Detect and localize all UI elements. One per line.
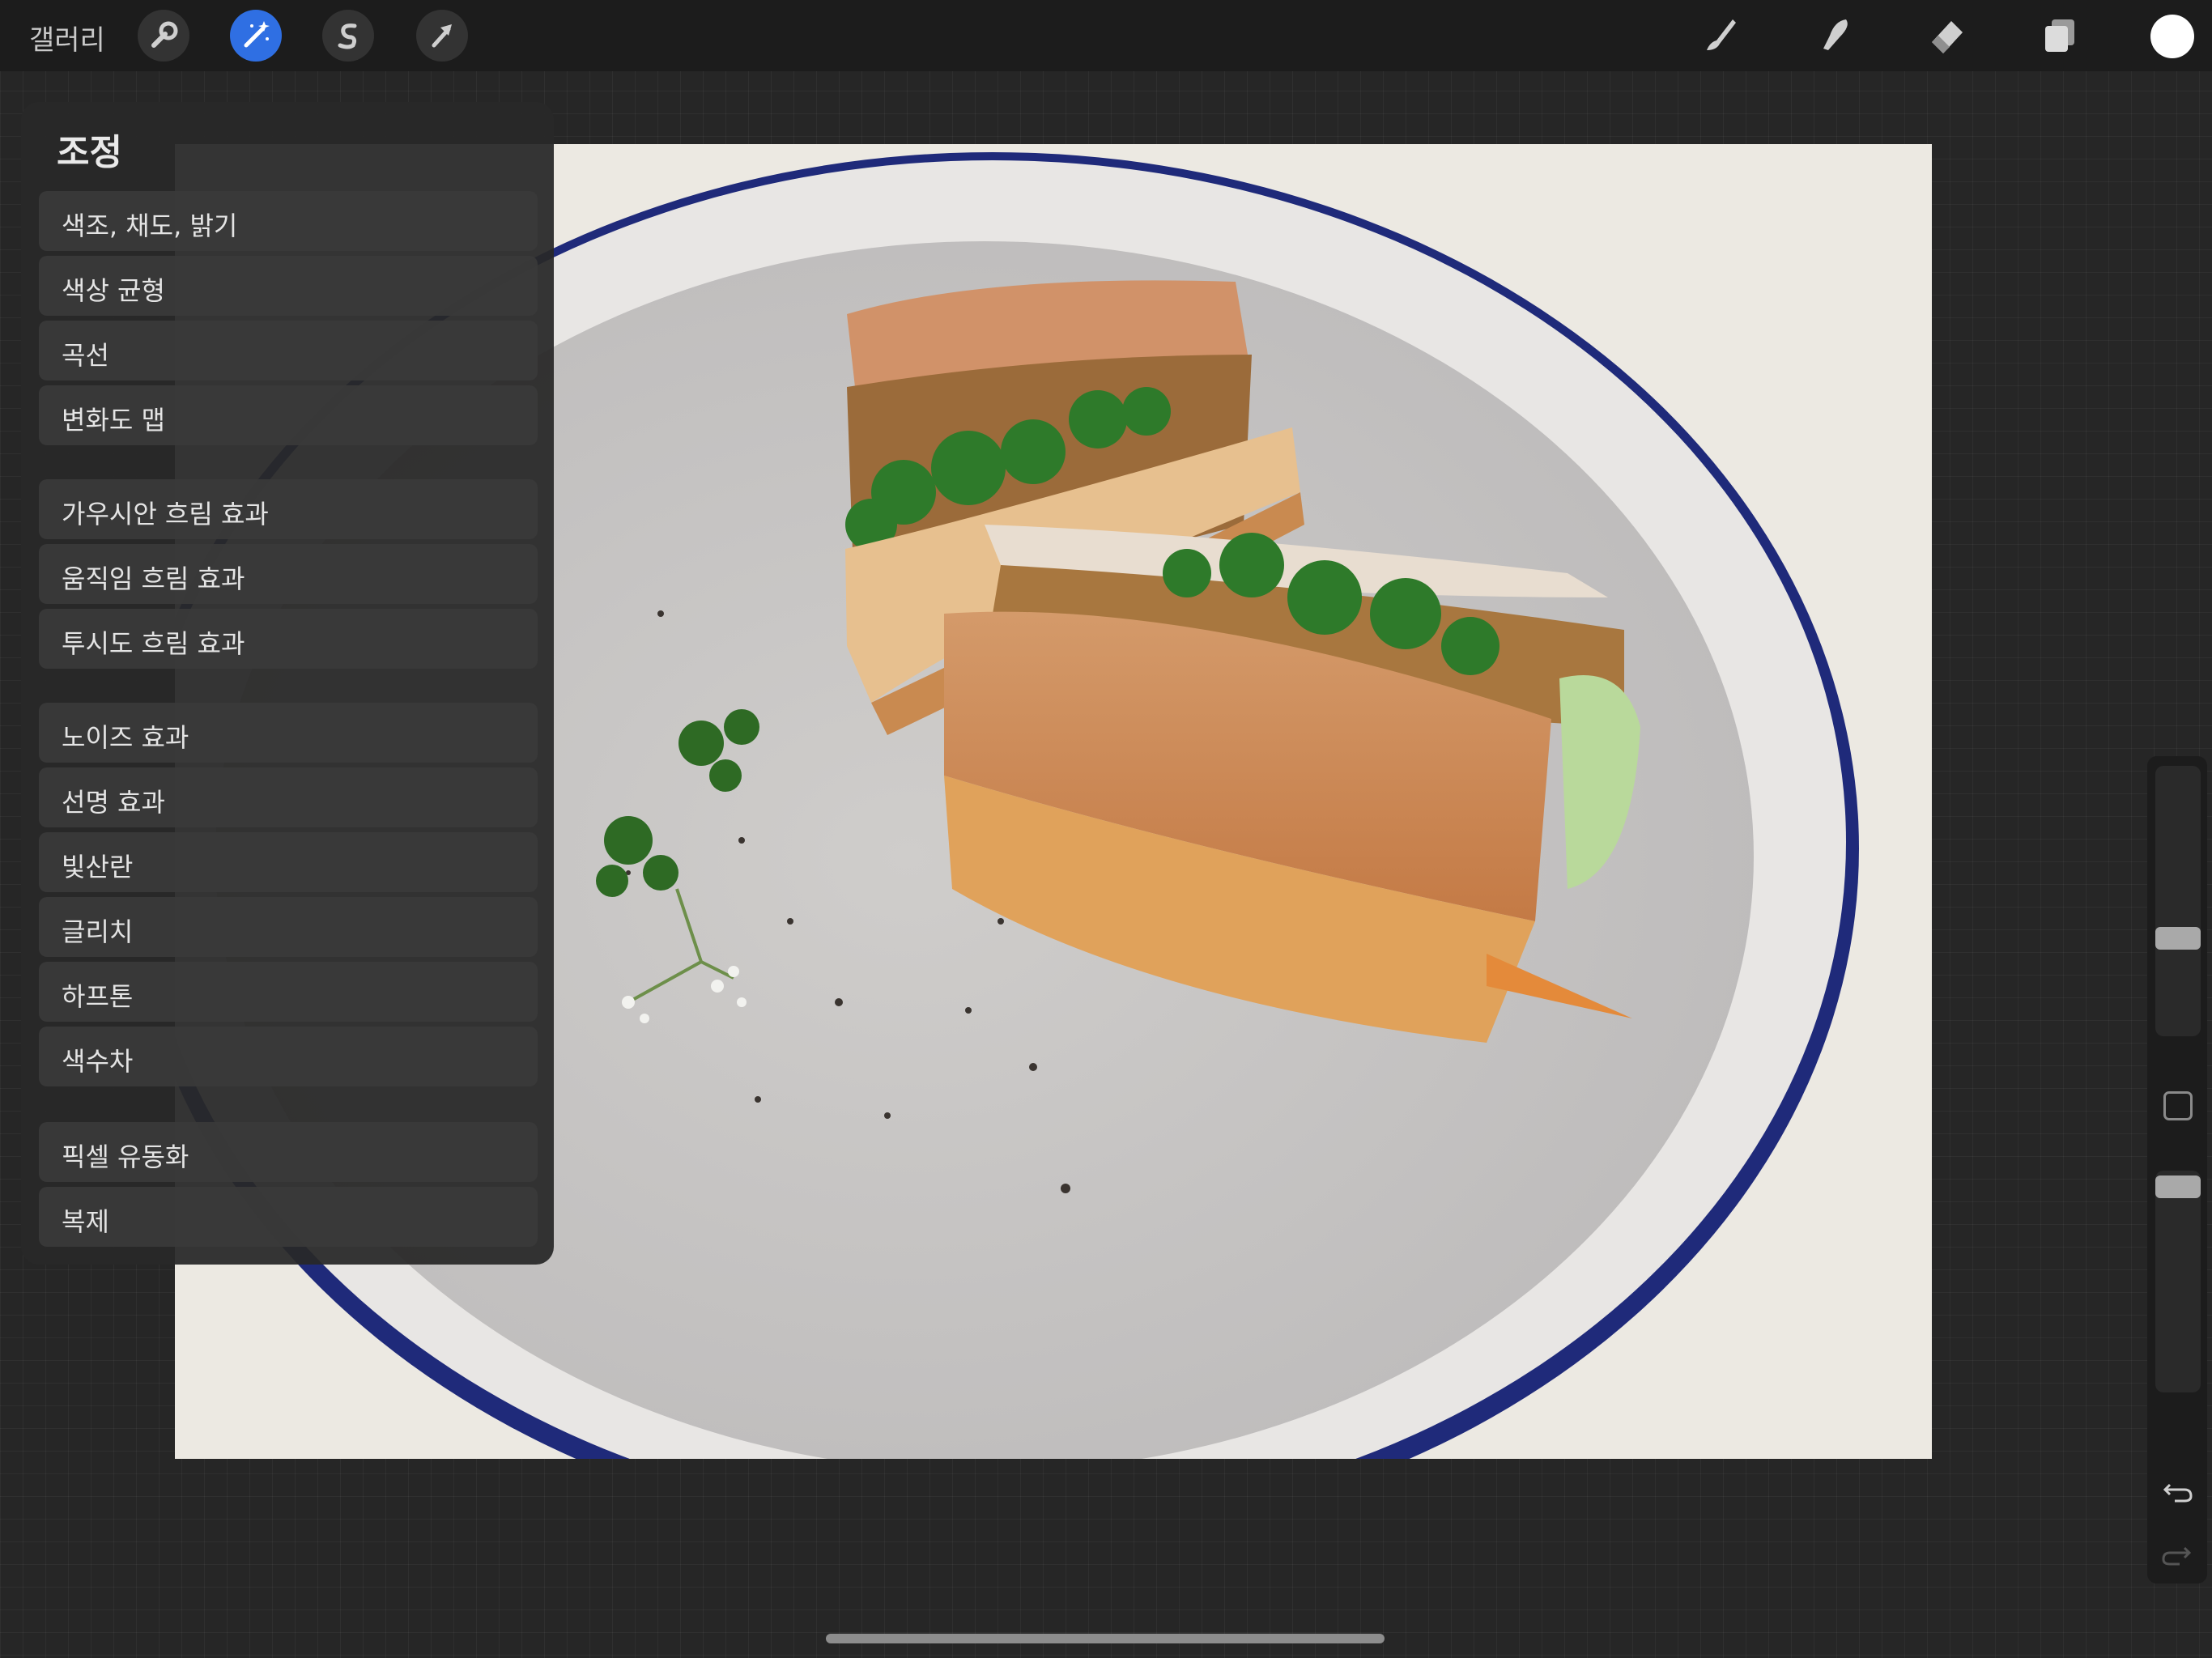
home-indicator [826, 1634, 1385, 1643]
menu-item-label: 글리치 [62, 916, 134, 947]
top-toolbar: 갤러리 [0, 0, 2212, 71]
menu-item-motion-blur[interactable]: 움직임 흐림 효과 [39, 544, 538, 604]
actions-wrench-button[interactable] [138, 10, 189, 62]
transform-arrow-icon [432, 24, 452, 48]
adjustments-panel: 조정 색조, 채도, 밝기 색상 균형 곡선 변화도 맵 가우시안 흐림 효과 … [21, 102, 554, 1265]
menu-item-label: 가우시안 흐림 효과 [62, 499, 269, 529]
color-picker-button[interactable] [2150, 15, 2194, 58]
menu-item-label: 픽셀 유동화 [62, 1141, 189, 1172]
brush-button[interactable] [1692, 10, 1744, 62]
brush-size-slider[interactable] [2155, 766, 2201, 1036]
redo-button[interactable] [2157, 1532, 2197, 1572]
menu-item-liquify[interactable]: 픽셀 유동화 [39, 1122, 538, 1182]
selection-button[interactable] [322, 10, 374, 62]
menu-item-label: 노이즈 효과 [62, 722, 189, 753]
menu-item-clone[interactable]: 복제 [39, 1187, 538, 1247]
magic-wand-icon [244, 21, 270, 48]
layers-icon [2045, 19, 2074, 52]
opacity-thumb[interactable] [2155, 1175, 2201, 1198]
menu-item-glitch[interactable]: 글리치 [39, 897, 538, 957]
menu-item-label: 빛산란 [62, 852, 134, 882]
menu-item-curves[interactable]: 곡선 [39, 321, 538, 380]
brush-size-thumb[interactable] [2155, 926, 2201, 950]
menu-item-color-balance[interactable]: 색상 균형 [39, 256, 538, 316]
menu-item-label: 투시도 흐림 효과 [62, 628, 245, 659]
layers-button[interactable] [2034, 10, 2086, 62]
panel-title: 조정 [57, 132, 122, 173]
menu-item-gaussian-blur[interactable]: 가우시안 흐림 효과 [39, 479, 538, 539]
menu-item-label: 변화도 맵 [62, 405, 165, 436]
undo-icon [2163, 1483, 2193, 1503]
menu-item-noise[interactable]: 노이즈 효과 [39, 703, 538, 763]
smudge-icon [1823, 19, 1848, 50]
undo-button[interactable] [2157, 1469, 2197, 1509]
wrench-icon [151, 21, 178, 48]
eraser-button[interactable] [1921, 10, 1972, 62]
menu-item-halftone[interactable]: 하프톤 [39, 962, 538, 1022]
menu-item-label: 하프톤 [62, 981, 134, 1012]
menu-item-gradient-map[interactable]: 변화도 맵 [39, 385, 538, 445]
menu-item-label: 색조, 채도, 밝기 [62, 210, 238, 241]
opacity-slider[interactable] [2155, 1171, 2201, 1392]
smudge-button[interactable] [1807, 10, 1859, 62]
transform-button[interactable] [416, 10, 468, 62]
selection-s-icon [338, 23, 357, 49]
menu-item-label: 곡선 [62, 340, 109, 371]
menu-item-label: 선명 효과 [62, 787, 165, 818]
gallery-button[interactable]: 갤러리 [29, 18, 105, 57]
modify-button[interactable] [2163, 1091, 2193, 1120]
menu-item-label: 움직임 흐림 효과 [62, 563, 245, 594]
menu-item-chromatic-aberration[interactable]: 색수차 [39, 1027, 538, 1086]
menu-item-perspective-blur[interactable]: 투시도 흐림 효과 [39, 609, 538, 669]
eraser-icon [1932, 21, 1963, 53]
redo-icon [2162, 1546, 2192, 1566]
brush-icon [1707, 19, 1736, 50]
menu-item-label: 복제 [62, 1206, 109, 1237]
menu-item-sharpen[interactable]: 선명 효과 [39, 767, 538, 827]
adjustments-wand-button[interactable] [230, 10, 282, 62]
menu-item-label: 색상 균형 [62, 275, 165, 306]
menu-item-hue-saturation-brightness[interactable]: 색조, 채도, 밝기 [39, 191, 538, 251]
right-sidebar [2147, 756, 2207, 1584]
menu-item-label: 색수차 [62, 1046, 134, 1077]
menu-item-bloom[interactable]: 빛산란 [39, 832, 538, 892]
